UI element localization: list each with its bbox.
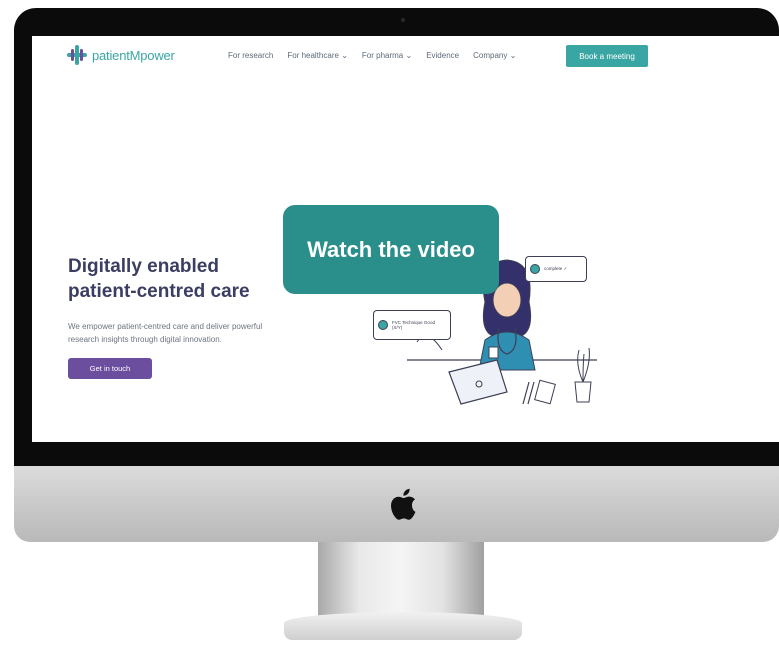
status-dot-icon: [530, 264, 540, 274]
chevron-down-icon: ⌄: [405, 51, 413, 60]
complete-chip: complete ✓: [525, 256, 587, 282]
nav-item-pharma[interactable]: For pharma ⌄: [362, 51, 412, 60]
fvc-technique-chip: FVC Technique Good (X/Y): [373, 310, 451, 340]
hero-subtitle-line2: research insights through digital innova…: [68, 335, 222, 344]
chevron-down-icon: ⌄: [341, 51, 348, 60]
status-dot-icon: [378, 320, 388, 330]
book-meeting-button[interactable]: Book a meeting: [566, 45, 648, 67]
nav-item-company[interactable]: Company ⌄: [473, 51, 516, 60]
nav-item-healthcare[interactable]: For healthcare ⌄: [287, 51, 348, 60]
logo-text: patientMpower: [92, 47, 175, 63]
apple-logo-icon: [391, 488, 416, 520]
chevron-down-icon: ⌄: [509, 51, 517, 60]
get-in-touch-button[interactable]: Get in touch: [68, 358, 152, 379]
nav-item-evidence[interactable]: Evidence: [426, 51, 459, 60]
monitor-stand-foot: [284, 612, 522, 640]
camera-icon: [401, 18, 405, 22]
hero-subtitle-line1: We empower patient-centred care and deli…: [68, 322, 263, 331]
site-logo[interactable]: patientMpower: [66, 44, 175, 66]
nav-item-research[interactable]: For research: [228, 51, 273, 60]
watch-video-button[interactable]: Watch the video: [283, 205, 499, 294]
main-nav: For research For healthcare ⌄ For pharma…: [228, 51, 516, 60]
hero-subtitle: We empower patient-centred care and deli…: [68, 320, 318, 346]
logo-mark-icon: [67, 45, 87, 65]
